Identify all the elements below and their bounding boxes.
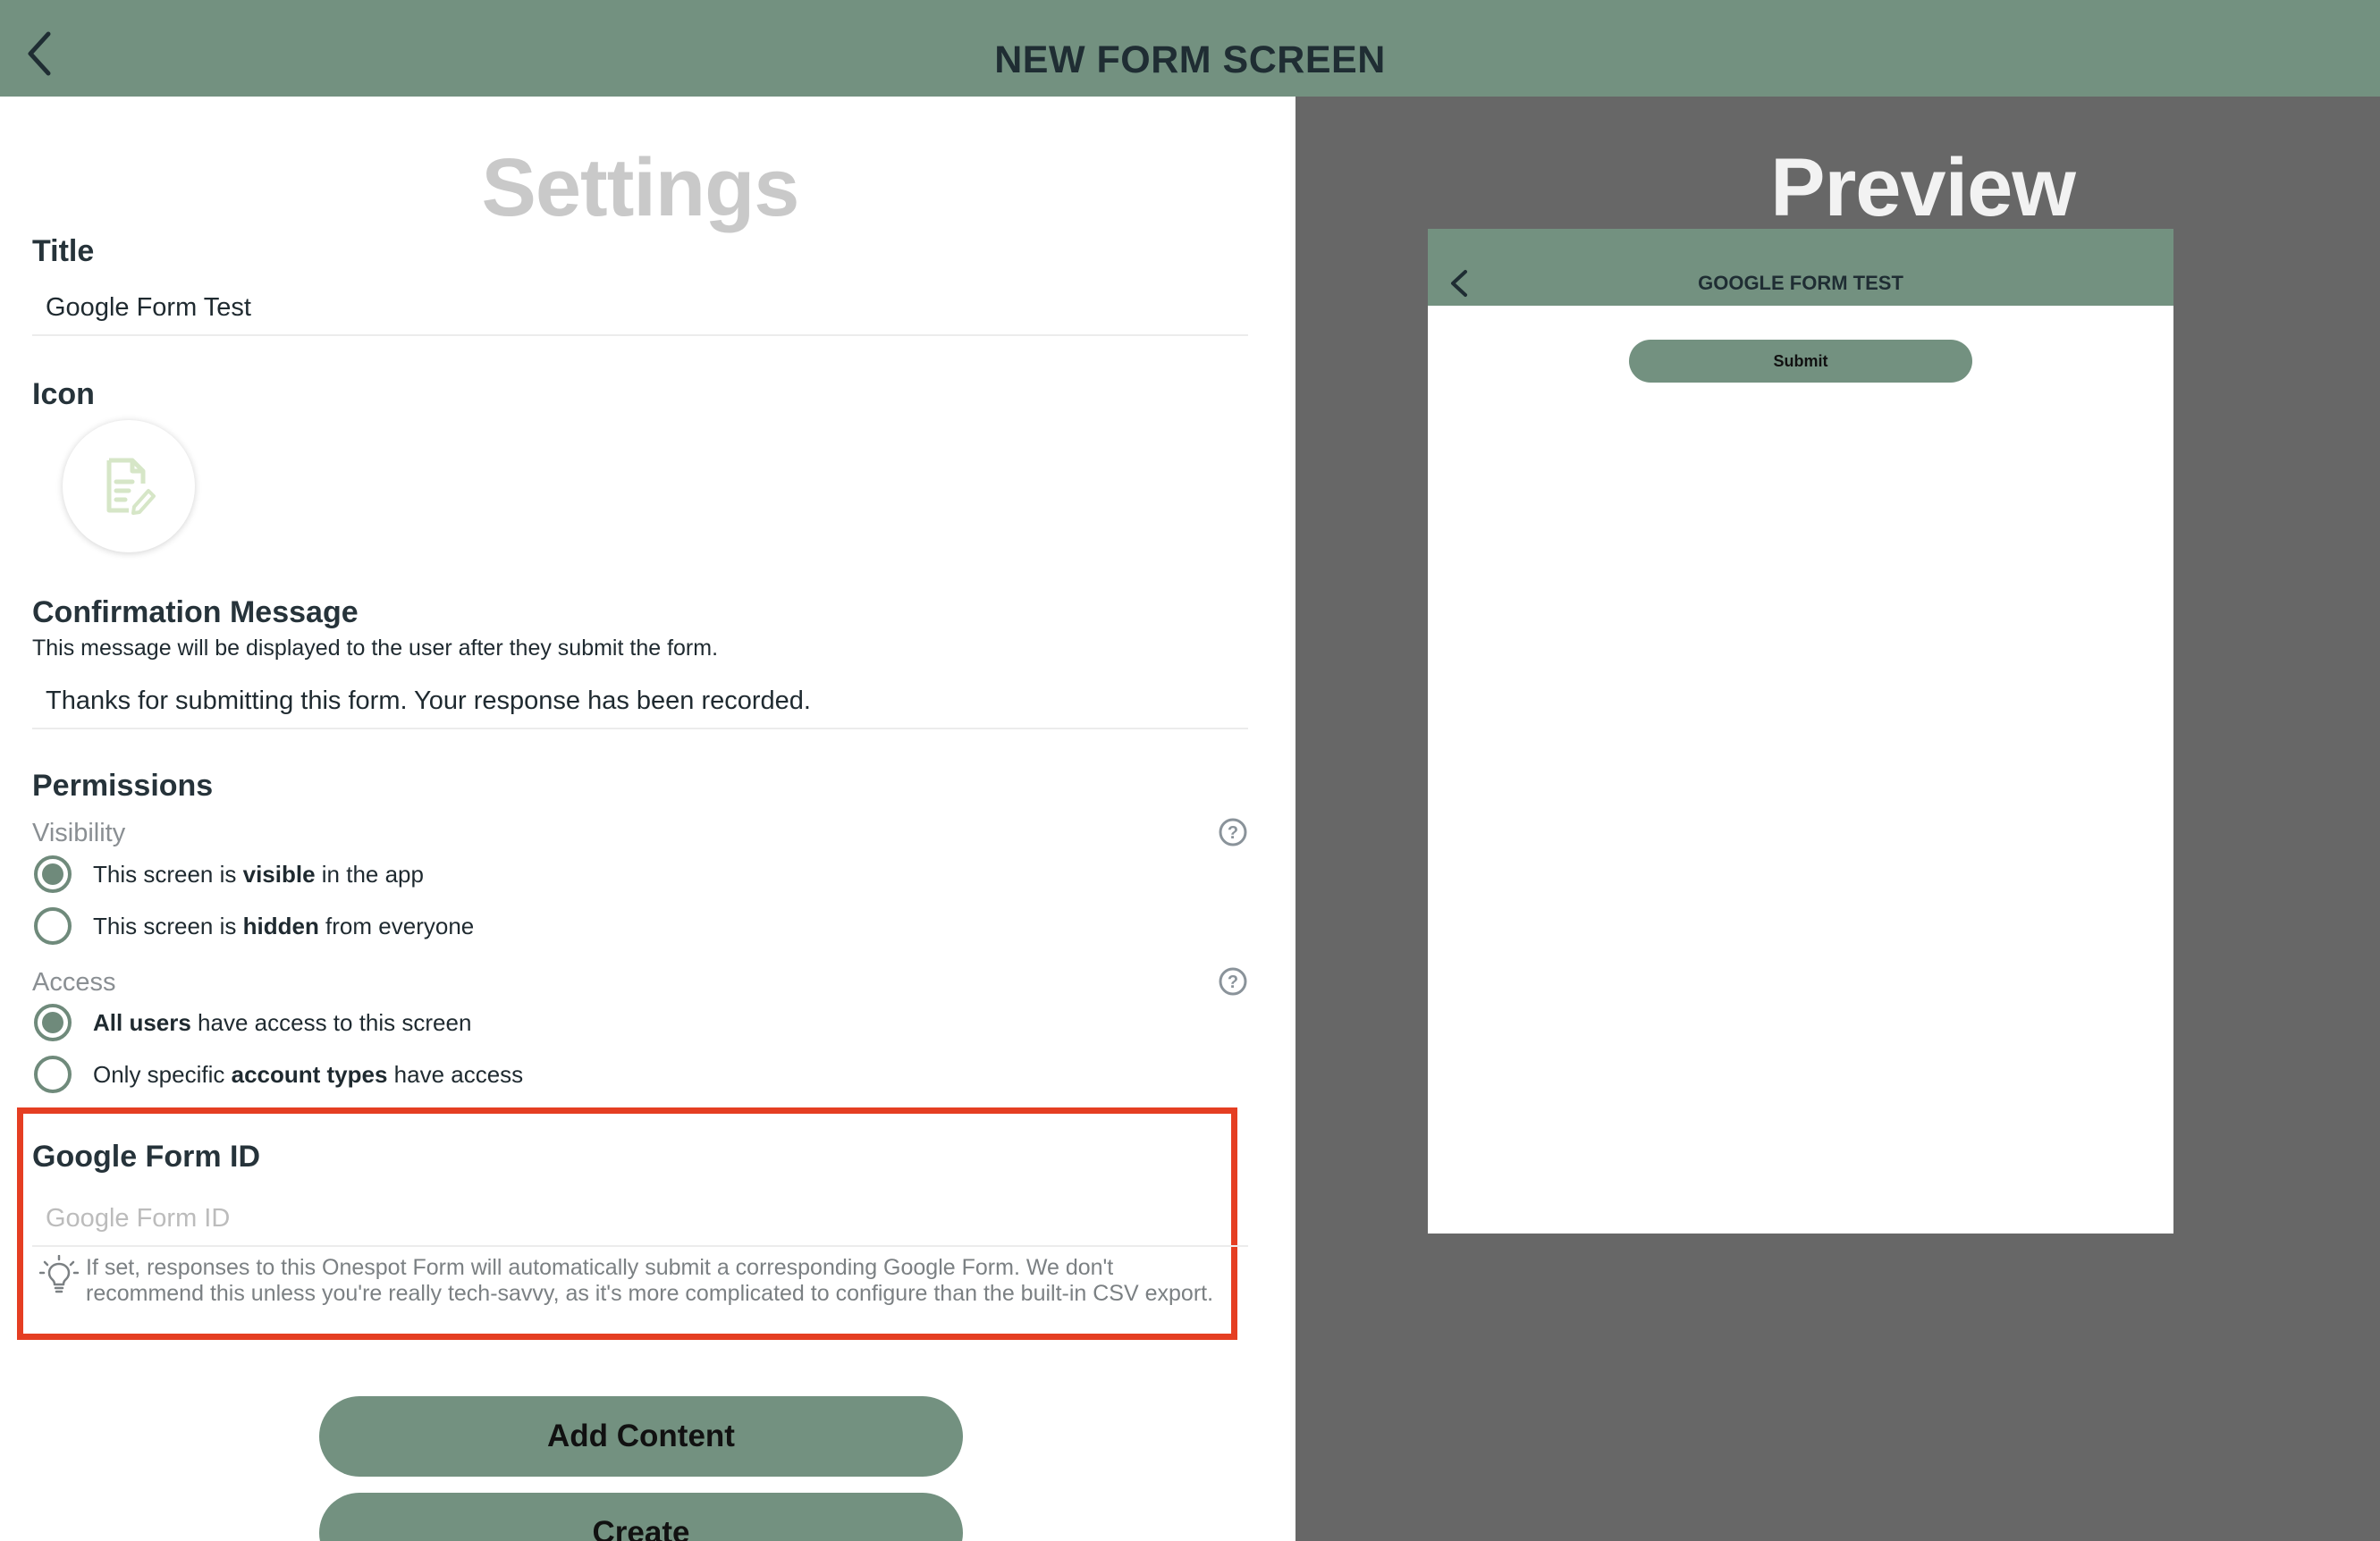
preview-submit-button[interactable]: Submit	[1629, 340, 1972, 383]
preview-heading: Preview	[1770, 142, 2076, 233]
top-bar: NEW FORM SCREEN	[0, 0, 2380, 97]
icon-label: Icon	[32, 377, 95, 411]
visibility-label: Visibility	[32, 819, 126, 847]
radio-label: All users have access to this screen	[93, 1008, 472, 1036]
radio-label: This screen is hidden from everyone	[93, 912, 475, 939]
preview-top-bar: GOOGLE FORM TEST	[1428, 229, 2173, 306]
confirmation-label: Confirmation Message	[32, 595, 359, 629]
add-content-button[interactable]: Add Content	[319, 1396, 963, 1477]
help-icon[interactable]: ?	[1218, 966, 1248, 997]
preview-pane: Preview GOOGLE FORM TEST Submit	[1295, 97, 2380, 1541]
title-input[interactable]	[32, 281, 1248, 336]
help-icon[interactable]: ?	[1218, 817, 1248, 847]
access-label: Access	[32, 968, 116, 997]
settings-pane: Settings Title Icon Confirmation Message…	[0, 97, 1295, 1541]
preview-screen: GOOGLE FORM TEST Submit	[1428, 229, 2173, 1234]
svg-text:?: ?	[1228, 973, 1238, 992]
visibility-option-visible[interactable]: This screen is visible in the app	[34, 852, 424, 897]
google-form-id-input[interactable]	[32, 1192, 1248, 1247]
svg-text:?: ?	[1228, 823, 1238, 843]
settings-heading: Settings	[481, 142, 800, 233]
google-form-id-label: Google Form ID	[32, 1140, 260, 1174]
radio-button-selected[interactable]	[34, 855, 72, 893]
access-option-account-types[interactable]: Only specific account types have access	[34, 1052, 523, 1097]
radio-button[interactable]	[34, 1056, 72, 1093]
radio-button[interactable]	[34, 907, 72, 945]
google-form-id-tip: If set, responses to this Onespot Form w…	[86, 1255, 1214, 1306]
create-button[interactable]: Create	[319, 1493, 963, 1541]
access-option-all-users[interactable]: All users have access to this screen	[34, 1000, 471, 1045]
confirmation-input[interactable]	[32, 674, 1248, 729]
permissions-label: Permissions	[32, 769, 214, 803]
radio-label: Only specific account types have access	[93, 1060, 524, 1088]
tip-row: If set, responses to this Onespot Form w…	[39, 1255, 1228, 1307]
icon-picker-button[interactable]	[63, 420, 195, 552]
back-button[interactable]	[16, 27, 61, 80]
lightbulb-icon	[39, 1255, 79, 1293]
confirmation-helper: This message will be displayed to the us…	[32, 636, 719, 661]
preview-screen-title: GOOGLE FORM TEST	[1698, 272, 1903, 294]
document-edit-icon	[106, 458, 156, 515]
radio-button-selected[interactable]	[34, 1004, 72, 1041]
radio-label: This screen is visible in the app	[93, 860, 424, 888]
chevron-left-icon	[28, 31, 51, 76]
title-label: Title	[32, 234, 95, 268]
visibility-option-hidden[interactable]: This screen is hidden from everyone	[34, 904, 474, 948]
